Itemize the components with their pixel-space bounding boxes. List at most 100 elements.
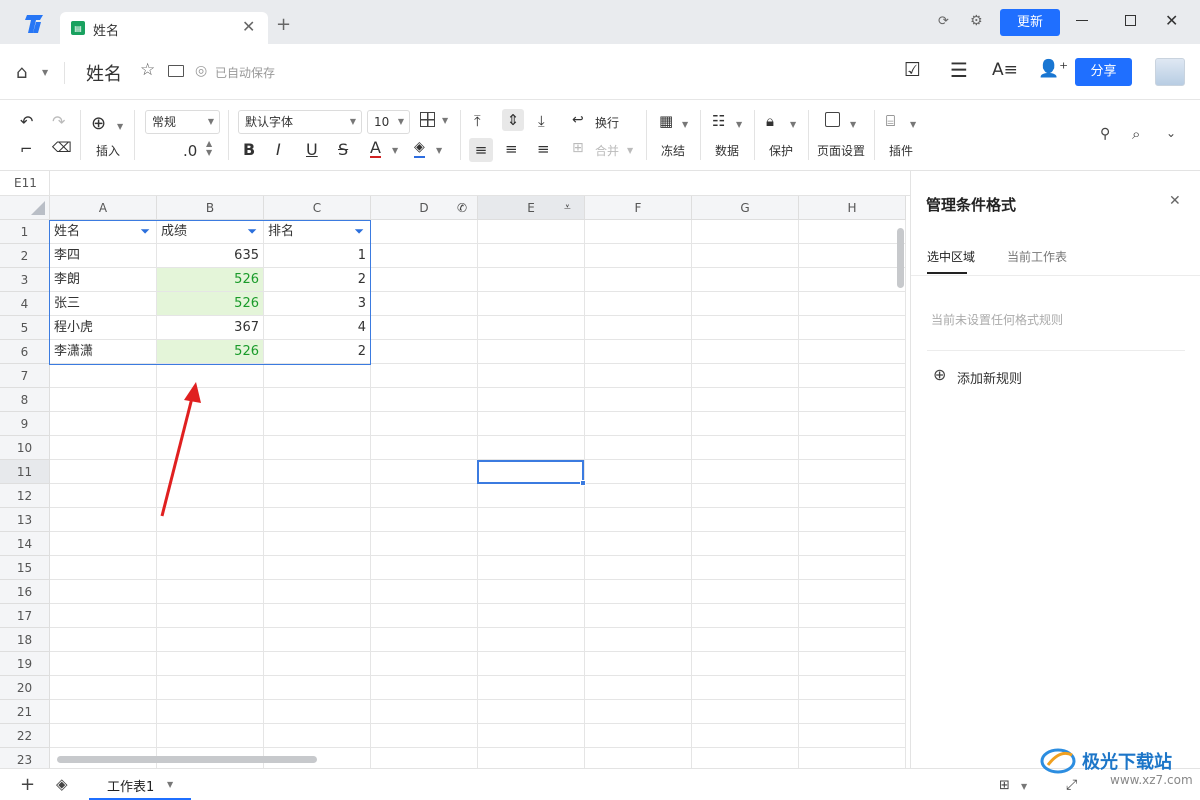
- grid-cell[interactable]: [478, 244, 585, 268]
- doc-title[interactable]: 姓名: [86, 60, 122, 86]
- grid-cell[interactable]: [264, 652, 371, 676]
- grid-cell[interactable]: [478, 340, 585, 364]
- grid-cell[interactable]: [692, 316, 799, 340]
- grid-cell[interactable]: [692, 652, 799, 676]
- align-middle-icon[interactable]: ⇕: [502, 109, 524, 131]
- grid-cell[interactable]: [692, 436, 799, 460]
- table-cell-rank[interactable]: 4: [264, 316, 371, 340]
- grid-cell[interactable]: [478, 436, 585, 460]
- grid-cell[interactable]: [692, 220, 799, 244]
- grid-cell[interactable]: [692, 700, 799, 724]
- grid-cell[interactable]: [585, 532, 692, 556]
- settings-gear-icon[interactable]: ⚙: [970, 13, 983, 29]
- text-style-icon[interactable]: A≡: [992, 60, 1018, 80]
- grid-cell[interactable]: [478, 532, 585, 556]
- update-button[interactable]: 更新: [1000, 9, 1060, 36]
- row-header-14[interactable]: 14: [0, 532, 50, 556]
- grid-cell[interactable]: [692, 676, 799, 700]
- column-header-f[interactable]: F: [585, 196, 692, 220]
- selected-cell[interactable]: [477, 460, 584, 484]
- align-left-icon[interactable]: ≡: [469, 138, 493, 162]
- grid-cell[interactable]: [585, 244, 692, 268]
- search-icon[interactable]: ⌕: [1132, 125, 1140, 143]
- table-cell-rank[interactable]: 3: [264, 292, 371, 316]
- grid-cell[interactable]: [478, 580, 585, 604]
- sheet-tab-1[interactable]: 工作表1 ▼: [89, 769, 191, 800]
- grid-cell[interactable]: [799, 292, 906, 316]
- filter-tool-icon[interactable]: ⚲: [1100, 126, 1110, 142]
- grid-cell[interactable]: [585, 628, 692, 652]
- strikethrough-icon[interactable]: S: [338, 140, 348, 159]
- data-icon[interactable]: ☷: [712, 112, 725, 130]
- add-user-icon[interactable]: 👤⁺: [1038, 59, 1068, 79]
- grid-cell[interactable]: [50, 436, 157, 460]
- table-cell-rank[interactable]: 2: [264, 340, 371, 364]
- protect-chevron-icon[interactable]: ▼: [790, 120, 796, 129]
- grid-cell[interactable]: [264, 436, 371, 460]
- collapse-chevron-icon[interactable]: ⌄: [1166, 126, 1176, 140]
- share-button[interactable]: 分享: [1075, 58, 1132, 86]
- grid-cell[interactable]: [799, 388, 906, 412]
- column-header-b[interactable]: B: [157, 196, 264, 220]
- format-painter-icon[interactable]: ⌐: [20, 140, 33, 158]
- grid-cell[interactable]: [692, 628, 799, 652]
- grid-cell[interactable]: [692, 244, 799, 268]
- table-cell-score-highlighted[interactable]: 526: [157, 340, 264, 364]
- formula-input[interactable]: [52, 171, 902, 196]
- undo-icon[interactable]: ↶: [20, 112, 33, 131]
- grid-cell[interactable]: [692, 508, 799, 532]
- tab-current-sheet[interactable]: 当前工作表: [1007, 248, 1067, 265]
- minimize-icon[interactable]: [1076, 20, 1088, 21]
- column-menu-icon[interactable]: ⩡: [564, 200, 571, 215]
- grid-cell[interactable]: [799, 652, 906, 676]
- row-header-5[interactable]: 5: [0, 316, 50, 340]
- grid-cell[interactable]: [50, 556, 157, 580]
- grid-cell[interactable]: [371, 604, 478, 628]
- row-header-4[interactable]: 4: [0, 292, 50, 316]
- grid-cell[interactable]: [50, 580, 157, 604]
- grid-cell[interactable]: [50, 364, 157, 388]
- row-header-6[interactable]: 6: [0, 340, 50, 364]
- plugin-button[interactable]: 插件: [889, 142, 913, 159]
- table-cell-score[interactable]: 635: [157, 244, 264, 268]
- freeze-chevron-icon[interactable]: ▼: [682, 120, 688, 129]
- grid-cell[interactable]: [264, 604, 371, 628]
- row-header-1[interactable]: 1: [0, 220, 50, 244]
- table-cell-score-highlighted[interactable]: 526: [157, 292, 264, 316]
- grid-cell[interactable]: [50, 388, 157, 412]
- grid-cell[interactable]: [50, 508, 157, 532]
- bold-icon[interactable]: B: [243, 140, 255, 159]
- grid-cell[interactable]: [478, 388, 585, 412]
- grid-cell[interactable]: [799, 340, 906, 364]
- table-cell-rank[interactable]: 1: [264, 244, 371, 268]
- grid-cell[interactable]: [371, 412, 478, 436]
- grid-cell[interactable]: [692, 388, 799, 412]
- grid-cell[interactable]: [799, 484, 906, 508]
- grid-cell[interactable]: [585, 316, 692, 340]
- grid-cell[interactable]: [264, 724, 371, 748]
- grid-cell[interactable]: [692, 724, 799, 748]
- column-header-g[interactable]: G: [692, 196, 799, 220]
- plugin-chevron-icon[interactable]: ▼: [910, 120, 916, 129]
- maximize-icon[interactable]: [1125, 15, 1136, 26]
- grid-cell[interactable]: [692, 412, 799, 436]
- star-icon[interactable]: ☆: [140, 60, 155, 80]
- grid-cell[interactable]: [264, 628, 371, 652]
- grid-cell[interactable]: [50, 628, 157, 652]
- page-setup-button[interactable]: 页面设置: [817, 142, 865, 159]
- table-cell-name[interactable]: 李潇潇: [50, 340, 157, 364]
- grid-cell[interactable]: [585, 220, 692, 244]
- add-rule-button[interactable]: 添加新规则: [957, 368, 1022, 387]
- wrap-button[interactable]: 换行: [595, 114, 619, 131]
- grid-cell[interactable]: [371, 484, 478, 508]
- grid-cell[interactable]: [157, 724, 264, 748]
- row-header-12[interactable]: 12: [0, 484, 50, 508]
- grid-cell[interactable]: [799, 460, 906, 484]
- grid-cell[interactable]: [585, 724, 692, 748]
- vertical-scrollbar[interactable]: [897, 228, 904, 288]
- grid-cell[interactable]: [799, 604, 906, 628]
- merge-chevron-icon[interactable]: ▼: [627, 146, 633, 155]
- doc-tab[interactable]: ▤ 姓名 ✕: [60, 12, 268, 44]
- home-menu-chevron-icon[interactable]: ▼: [42, 68, 48, 77]
- row-header-10[interactable]: 10: [0, 436, 50, 460]
